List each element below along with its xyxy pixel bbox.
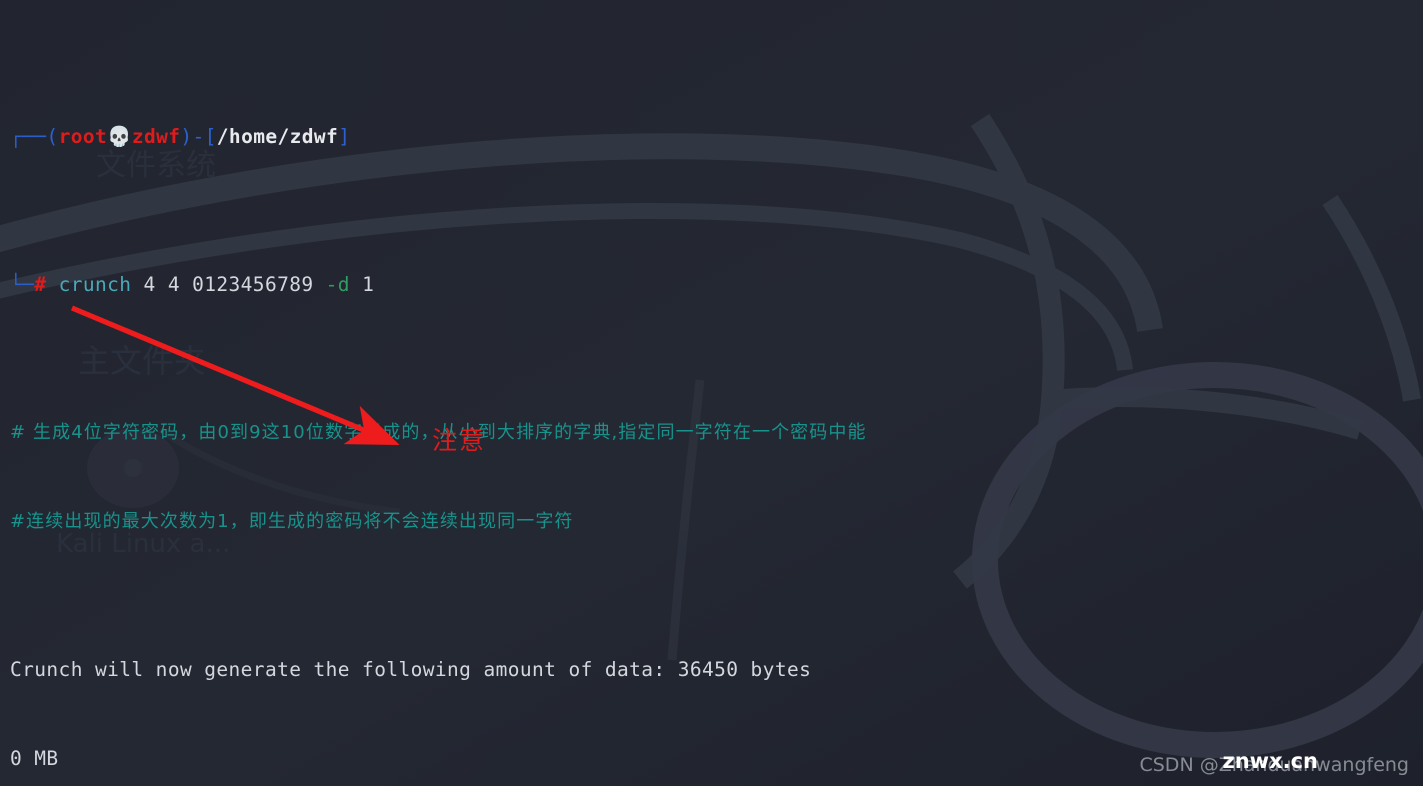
prompt-host: zdwf <box>131 125 181 149</box>
terminal-window: 文件系统 主文件夹 Kali Linux a... ┌──(root💀zdwf)… <box>0 0 1423 786</box>
prompt-open-paren: ( <box>46 125 59 149</box>
prompt-symbol: # <box>34 273 47 297</box>
terminal-output-area[interactable]: ┌──(root💀zdwf)-[/home/zdwf] └─# crunch 4… <box>0 0 1423 786</box>
prompt-close-paren: ) <box>180 125 193 149</box>
command-line[interactable]: └─# crunch 4 4 0123456789 -d 1 <box>10 270 1423 300</box>
command-args: 4 4 0123456789 <box>131 273 326 297</box>
comment-line-2: #连续出现的最大次数为1，即生成的密码将不会连续出现同一字符 <box>10 511 574 533</box>
prompt-path: /home/zdwf <box>216 125 339 149</box>
prompt-corner-icon: ┌── <box>10 125 47 149</box>
prompt-elbow-icon: └─ <box>10 273 35 297</box>
command-flag: -d <box>325 273 350 297</box>
command-flag-value: 1 <box>349 273 375 297</box>
prompt-line-top: ┌──(root💀zdwf)-[/home/zdwf] <box>10 122 1423 152</box>
site-watermark: znwx.cn <box>1222 749 1319 773</box>
skull-icon: 💀 <box>107 125 132 149</box>
command-gap <box>46 273 58 296</box>
prompt-open-bracket: [ <box>204 125 217 149</box>
output-line-data-amount: Crunch will now generate the following a… <box>10 658 812 682</box>
prompt-close-bracket: ] <box>338 125 351 149</box>
comment-line-1: # 生成4位字符密码，由0到9这10位数字组成的，从小到大排序的字典,指定同一字… <box>10 422 867 444</box>
prompt-dash: - <box>192 125 205 149</box>
command-name: crunch <box>58 273 132 297</box>
prompt-user: root <box>58 125 108 149</box>
